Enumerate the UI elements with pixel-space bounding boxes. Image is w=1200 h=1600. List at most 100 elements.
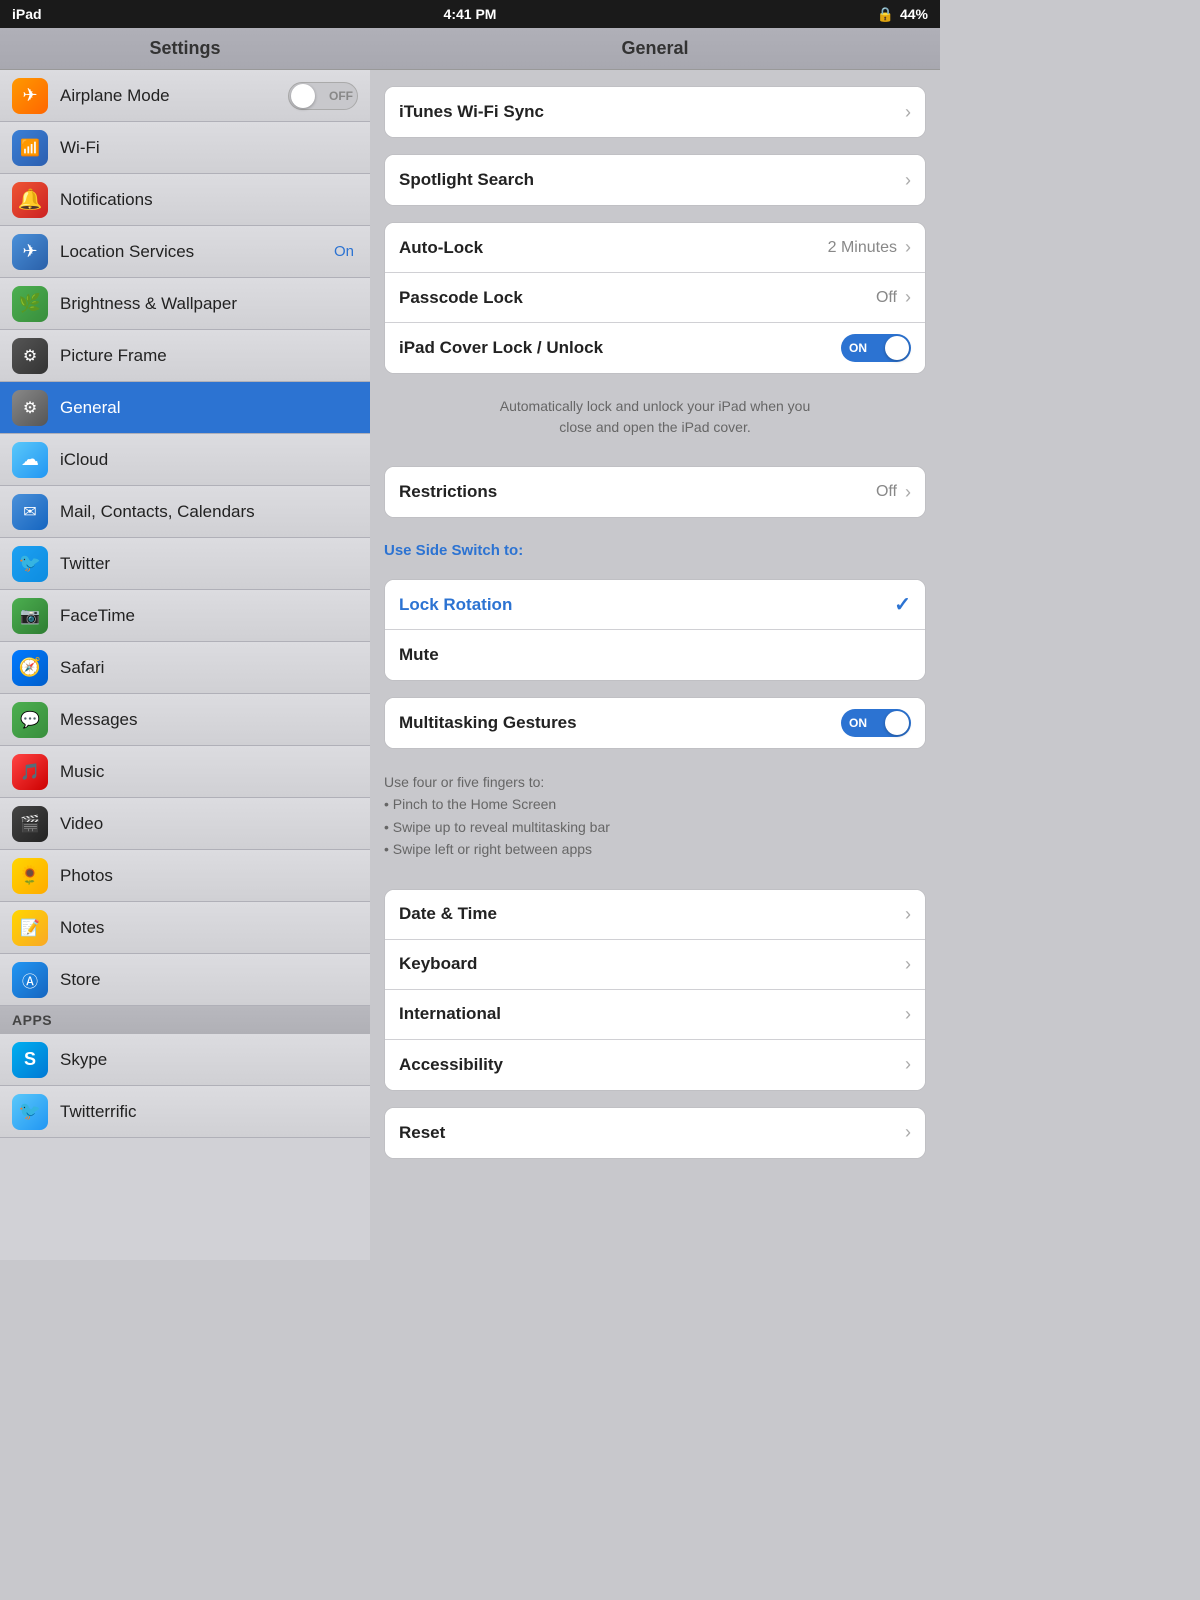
music-icon: 🎵	[12, 754, 48, 790]
accessibility-label: Accessibility	[399, 1055, 905, 1075]
notifications-icon: 🔔	[12, 182, 48, 218]
icloud-icon: ☁	[12, 442, 48, 478]
general-icon: ⚙	[12, 390, 48, 426]
passcode-lock-row[interactable]: Passcode Lock Off ›	[385, 273, 925, 323]
date-time-label: Date & Time	[399, 904, 905, 924]
spotlight-search-label: Spotlight Search	[399, 170, 905, 190]
chevron-icon: ›	[905, 1122, 911, 1143]
sidebar-item-label: Location Services	[60, 242, 334, 262]
airplane-icon: ✈	[12, 78, 48, 114]
sidebar-item-wifi[interactable]: 📶 Wi-Fi	[0, 122, 370, 174]
sidebar: Settings ✈ Airplane Mode OFF 📶 Wi-Fi 🔔 N…	[0, 28, 370, 1260]
sidebar-item-location[interactable]: ✈ Location Services On	[0, 226, 370, 278]
chevron-icon: ›	[905, 102, 911, 123]
sidebar-item-label: Brightness & Wallpaper	[60, 294, 358, 314]
sidebar-item-facetime[interactable]: 📷 FaceTime	[0, 590, 370, 642]
chevron-icon: ›	[905, 482, 911, 503]
ipad-cover-toggle[interactable]: ON	[841, 334, 911, 362]
multitasking-toggle[interactable]: ON	[841, 709, 911, 737]
restrictions-group: Restrictions Off ›	[384, 466, 926, 518]
photos-icon: 🌻	[12, 858, 48, 894]
ipad-cover-row[interactable]: iPad Cover Lock / Unlock ON	[385, 323, 925, 373]
restrictions-row[interactable]: Restrictions Off ›	[385, 467, 925, 517]
main-layout: Settings ✈ Airplane Mode OFF 📶 Wi-Fi 🔔 N…	[0, 28, 940, 1260]
location-icon: ✈	[12, 234, 48, 270]
sidebar-item-twitterrific[interactable]: 🐦 Twitterrific	[0, 1086, 370, 1138]
video-icon: 🎬	[12, 806, 48, 842]
status-right: 🔒 44%	[877, 6, 928, 23]
itunes-wifi-sync-label: iTunes Wi-Fi Sync	[399, 102, 905, 122]
sidebar-item-notes[interactable]: 📝 Notes	[0, 902, 370, 954]
mail-icon: ✉	[12, 494, 48, 530]
sidebar-item-music[interactable]: 🎵 Music	[0, 746, 370, 798]
sidebar-item-messages[interactable]: 💬 Messages	[0, 694, 370, 746]
sidebar-item-label: iCloud	[60, 450, 358, 470]
status-ipad: iPad	[12, 6, 42, 22]
ipad-cover-description: Automatically lock and unlock your iPad …	[370, 390, 940, 450]
sidebar-item-airplane[interactable]: ✈ Airplane Mode OFF	[0, 70, 370, 122]
airplane-toggle[interactable]: OFF	[288, 82, 358, 110]
brightness-icon: 🌿	[12, 286, 48, 322]
spotlight-group: Spotlight Search ›	[384, 154, 926, 206]
sidebar-item-mail[interactable]: ✉ Mail, Contacts, Calendars	[0, 486, 370, 538]
facetime-icon: 📷	[12, 598, 48, 634]
sidebar-item-label: Music	[60, 762, 358, 782]
store-icon: Ⓐ	[12, 962, 48, 998]
sidebar-item-label: Twitterrific	[60, 1102, 358, 1122]
sidebar-item-pictureframe[interactable]: ⚙ Picture Frame	[0, 330, 370, 382]
lock-icon: 🔒	[877, 6, 894, 23]
reset-row[interactable]: Reset ›	[385, 1108, 925, 1158]
sidebar-item-label: Wi-Fi	[60, 138, 358, 158]
spotlight-search-row[interactable]: Spotlight Search ›	[385, 155, 925, 205]
sidebar-item-video[interactable]: 🎬 Video	[0, 798, 370, 850]
mute-label: Mute	[399, 645, 911, 665]
sidebar-item-skype[interactable]: S Skype	[0, 1034, 370, 1086]
keyboard-row[interactable]: Keyboard ›	[385, 940, 925, 990]
mute-row[interactable]: Mute	[385, 630, 925, 680]
twitter-icon: 🐦	[12, 546, 48, 582]
chevron-icon: ›	[905, 237, 911, 258]
sidebar-item-store[interactable]: Ⓐ Store	[0, 954, 370, 1006]
sidebar-item-label: Notifications	[60, 190, 358, 210]
messages-icon: 💬	[12, 702, 48, 738]
pictureframe-icon: ⚙	[12, 338, 48, 374]
date-time-row[interactable]: Date & Time ›	[385, 890, 925, 940]
auto-lock-label: Auto-Lock	[399, 238, 828, 258]
side-switch-label: Use Side Switch to:	[370, 534, 940, 563]
multitasking-gestures-row[interactable]: Multitasking Gestures ON	[385, 698, 925, 748]
sidebar-item-label: General	[60, 398, 358, 418]
sidebar-item-label: Mail, Contacts, Calendars	[60, 502, 358, 522]
international-row[interactable]: International ›	[385, 990, 925, 1040]
sidebar-item-icloud[interactable]: ☁ iCloud	[0, 434, 370, 486]
sidebar-header: Settings	[0, 28, 370, 70]
wifi-icon: 📶	[12, 130, 48, 166]
chevron-icon: ›	[905, 1054, 911, 1075]
twitterrific-icon: 🐦	[12, 1094, 48, 1130]
sidebar-item-label: Photos	[60, 866, 358, 886]
sidebar-item-safari[interactable]: 🧭 Safari	[0, 642, 370, 694]
sidebar-item-label: Store	[60, 970, 358, 990]
itunes-group: iTunes Wi-Fi Sync ›	[384, 86, 926, 138]
sidebar-item-notifications[interactable]: 🔔 Notifications	[0, 174, 370, 226]
sidebar-item-label: Safari	[60, 658, 358, 678]
auto-lock-row[interactable]: Auto-Lock 2 Minutes ›	[385, 223, 925, 273]
status-time: 4:41 PM	[444, 6, 497, 22]
settings-group: Date & Time › Keyboard › International ›…	[384, 889, 926, 1091]
reset-group: Reset ›	[384, 1107, 926, 1159]
sidebar-item-general[interactable]: ⚙ General	[0, 382, 370, 434]
lock-rotation-row[interactable]: Lock Rotation ✓	[385, 580, 925, 630]
sidebar-item-brightness[interactable]: 🌿 Brightness & Wallpaper	[0, 278, 370, 330]
side-switch-group: Lock Rotation ✓ Mute	[384, 579, 926, 681]
restrictions-label: Restrictions	[399, 482, 876, 502]
sidebar-item-label: FaceTime	[60, 606, 358, 626]
accessibility-row[interactable]: Accessibility ›	[385, 1040, 925, 1090]
notes-icon: 📝	[12, 910, 48, 946]
itunes-wifi-sync-row[interactable]: iTunes Wi-Fi Sync ›	[385, 87, 925, 137]
chevron-icon: ›	[905, 170, 911, 191]
multitasking-group: Multitasking Gestures ON	[384, 697, 926, 749]
sidebar-item-photos[interactable]: 🌻 Photos	[0, 850, 370, 902]
chevron-icon: ›	[905, 904, 911, 925]
sidebar-item-twitter[interactable]: 🐦 Twitter	[0, 538, 370, 590]
location-value: On	[334, 243, 354, 260]
chevron-icon: ›	[905, 1004, 911, 1025]
